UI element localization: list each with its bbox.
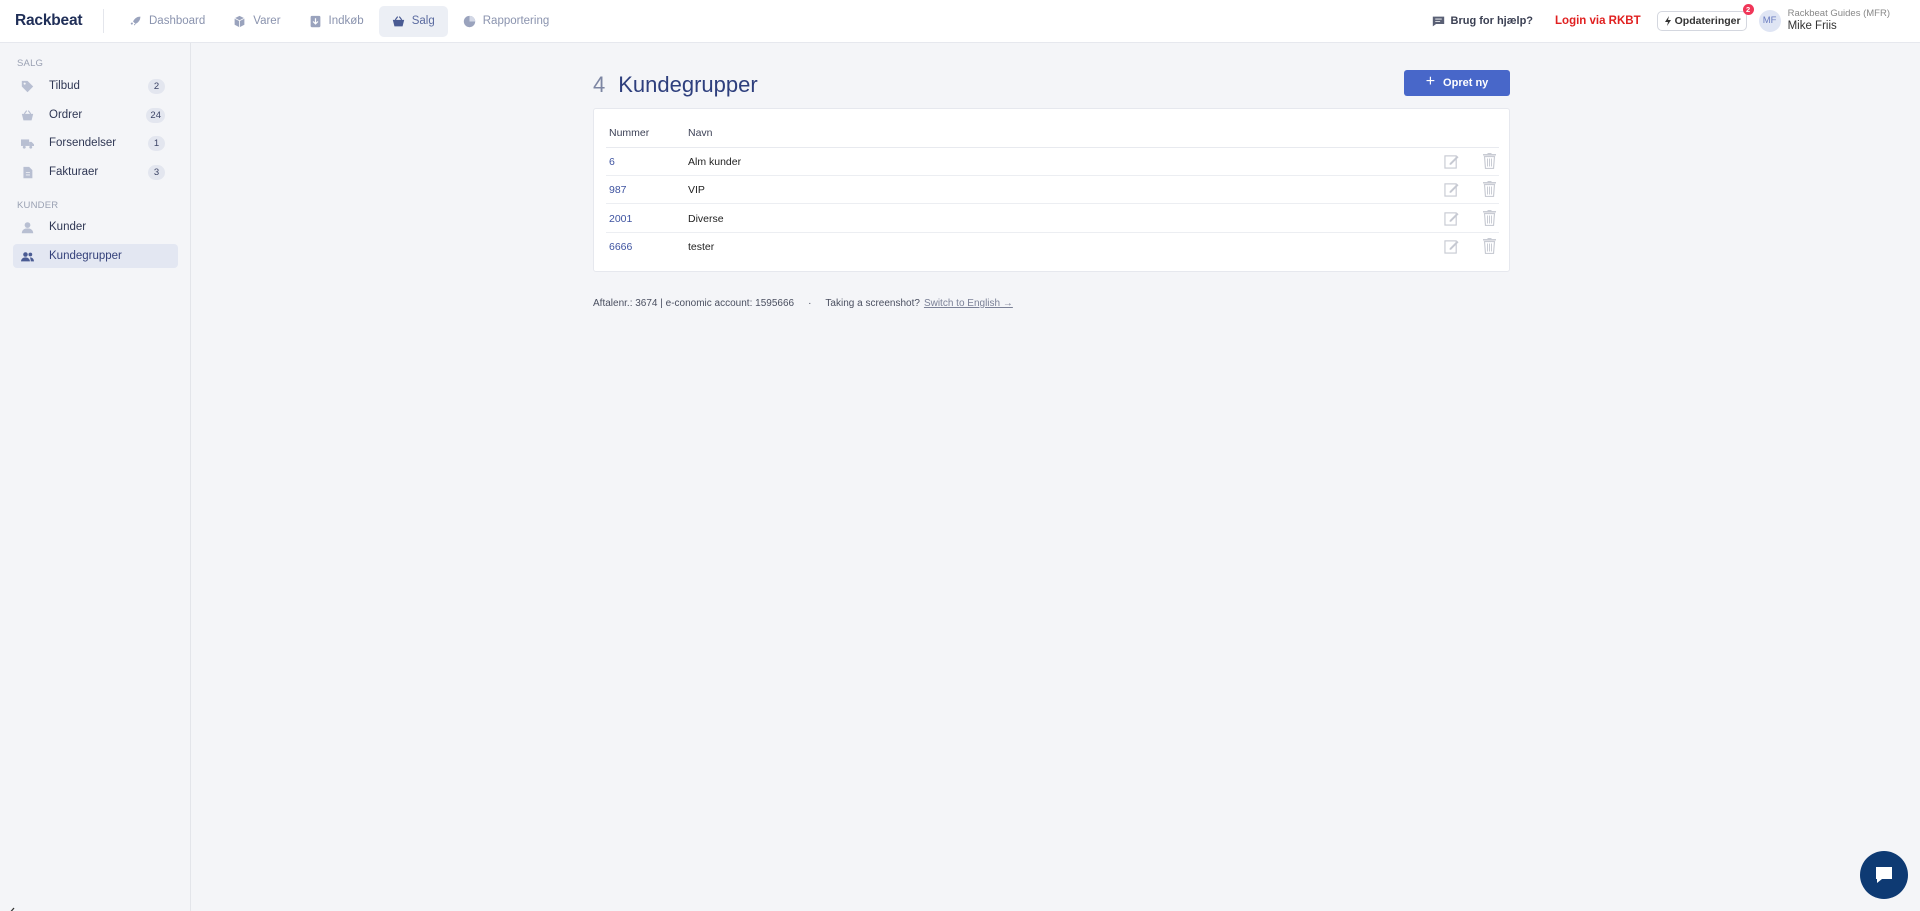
trash-icon[interactable] xyxy=(1483,210,1496,226)
updates-button[interactable]: Opdateringer 2 xyxy=(1656,4,1754,31)
table-row[interactable]: 2001 Diverse xyxy=(606,205,1499,233)
switch-to-english-link[interactable]: Switch to English → xyxy=(924,298,1013,309)
group-name: tester xyxy=(688,241,715,253)
login-via-rkbt-link[interactable]: Login via RKBT xyxy=(1555,15,1641,27)
count-badge: 3 xyxy=(148,164,165,180)
user-company: Rackbeat Guides (MFR) xyxy=(1787,7,1890,19)
user-name: Mike Friis xyxy=(1787,19,1837,32)
users-icon xyxy=(21,250,34,263)
group-number-link[interactable]: 987 xyxy=(609,184,627,196)
box-icon xyxy=(234,15,245,27)
topnav-label: Salg xyxy=(411,15,435,27)
create-new-label: Opret ny xyxy=(1443,77,1489,89)
page-header: 4 Kundegrupper + Opret ny xyxy=(593,70,1510,100)
pie-chart-icon xyxy=(463,15,475,27)
sidebar-item-fakturaer[interactable]: Fakturaer 3 xyxy=(13,160,178,184)
group-name: VIP xyxy=(688,184,705,196)
sidebar-item-label: Ordrer xyxy=(49,109,83,121)
download-icon xyxy=(310,15,320,27)
topnav-label: Indkøb xyxy=(328,15,364,27)
edit-icon[interactable] xyxy=(1444,239,1459,254)
group-name: Alm kunder xyxy=(688,156,742,168)
sidebar-item-label: Forsendelser xyxy=(49,137,117,149)
rocket-icon xyxy=(130,16,141,26)
sidebar-section-title: SALG xyxy=(17,58,44,69)
edit-icon[interactable] xyxy=(1444,182,1459,197)
lightning-icon xyxy=(1664,16,1671,26)
topnav-item-indkob[interactable]: Indkøb xyxy=(296,6,377,37)
basket-icon xyxy=(392,15,404,26)
updates-count-badge: 2 xyxy=(1742,4,1754,15)
chat-widget-button[interactable] xyxy=(1860,851,1908,899)
table-header: Nummer Navn xyxy=(606,126,1499,148)
topnav-label: Dashboard xyxy=(149,15,206,27)
user-icon xyxy=(21,221,34,234)
trash-icon[interactable] xyxy=(1483,181,1496,197)
help-button[interactable]: Brug for hjælp? xyxy=(1432,15,1534,28)
collapse-sidebar-icon[interactable] xyxy=(6,907,16,911)
customer-groups-table: Nummer Navn 6 Alm kunder 987 VIP 2001 Di… xyxy=(593,108,1510,272)
group-count: 4 xyxy=(593,72,606,97)
footer-separator: · xyxy=(808,298,812,309)
sidebar-item-kundegrupper[interactable]: Kundegrupper xyxy=(13,244,178,268)
sidebar-item-label: Kunder xyxy=(49,221,87,233)
avatar: MF xyxy=(1758,9,1781,32)
topnav-item-salg[interactable]: Salg xyxy=(378,5,448,37)
page-footer: Aftalenr.: 3674 | e-conomic account: 159… xyxy=(593,298,1013,309)
count-badge: 1 xyxy=(148,135,165,151)
top-navigation: Dashboard Varer Indkøb Salg Rapportering xyxy=(116,5,562,37)
page-title-text: Kundegrupper xyxy=(618,72,758,97)
user-menu[interactable]: MF Rackbeat Guides (MFR) Mike Friis xyxy=(1758,7,1890,33)
rackbeat-logo[interactable]: Rackbeat xyxy=(15,12,103,30)
account-info: Aftalenr.: 3674 | e-conomic account: 159… xyxy=(593,298,795,309)
sidebar-item-label: Tilbud xyxy=(49,80,80,92)
truck-icon xyxy=(21,137,34,150)
topnav-divider xyxy=(103,9,104,33)
group-number-link[interactable]: 6 xyxy=(609,156,615,168)
sidebar-item-tilbud[interactable]: Tilbud 2 xyxy=(13,74,178,98)
topnav-item-varer[interactable]: Varer xyxy=(220,6,293,37)
trash-icon[interactable] xyxy=(1483,153,1496,169)
tag-icon xyxy=(21,80,34,93)
group-name: Diverse xyxy=(688,213,724,225)
edit-icon[interactable] xyxy=(1444,211,1459,226)
screenshot-prompt: Taking a screenshot? xyxy=(825,298,920,309)
count-badge: 24 xyxy=(146,107,165,123)
topnav-label: Varer xyxy=(253,15,281,27)
top-right-area: Brug for hjælp? Login via RKBT Opdaterin… xyxy=(1432,0,1920,42)
group-number-link[interactable]: 2001 xyxy=(609,213,632,225)
topnav-label: Rapportering xyxy=(482,15,550,27)
chat-icon xyxy=(1876,867,1892,883)
document-icon xyxy=(21,166,34,179)
trash-icon[interactable] xyxy=(1483,238,1496,254)
edit-icon[interactable] xyxy=(1444,154,1459,169)
sidebar-section-title: KUNDER xyxy=(17,200,59,211)
sidebar-item-kunder[interactable]: Kunder xyxy=(13,215,178,239)
plus-icon: + xyxy=(1425,73,1436,90)
page-title: 4 Kundegrupper xyxy=(593,72,758,98)
sidebar: SALG Tilbud 2 Ordrer 24 Forsendelser 1 F… xyxy=(0,43,191,911)
count-badge: 2 xyxy=(148,78,165,94)
user-info: Rackbeat Guides (MFR) Mike Friis xyxy=(1787,7,1890,33)
topnav-item-rapportering[interactable]: Rapportering xyxy=(450,6,562,37)
updates-label: Opdateringer xyxy=(1674,15,1741,27)
table-row[interactable]: 6666 tester xyxy=(606,233,1499,261)
help-label: Brug for hjælp? xyxy=(1450,15,1534,27)
chat-bubble-icon xyxy=(1432,16,1444,26)
column-header-name[interactable]: Navn xyxy=(688,127,713,139)
basket-icon xyxy=(21,109,34,122)
sidebar-item-ordrer[interactable]: Ordrer 24 xyxy=(13,103,178,127)
sidebar-item-forsendelser[interactable]: Forsendelser 1 xyxy=(13,131,178,155)
group-number-link[interactable]: 6666 xyxy=(609,241,632,253)
sidebar-item-label: Kundegrupper xyxy=(49,250,122,262)
sidebar-item-label: Fakturaer xyxy=(49,166,99,178)
create-new-button[interactable]: + Opret ny xyxy=(1404,70,1510,96)
table-row[interactable]: 6 Alm kunder xyxy=(606,148,1499,176)
table-row[interactable]: 987 VIP xyxy=(606,176,1499,204)
column-header-number[interactable]: Nummer xyxy=(609,127,649,139)
topnav-item-dashboard[interactable]: Dashboard xyxy=(116,6,218,37)
top-bar: Rackbeat Dashboard Varer Indkøb Salg Rap… xyxy=(0,0,1920,43)
